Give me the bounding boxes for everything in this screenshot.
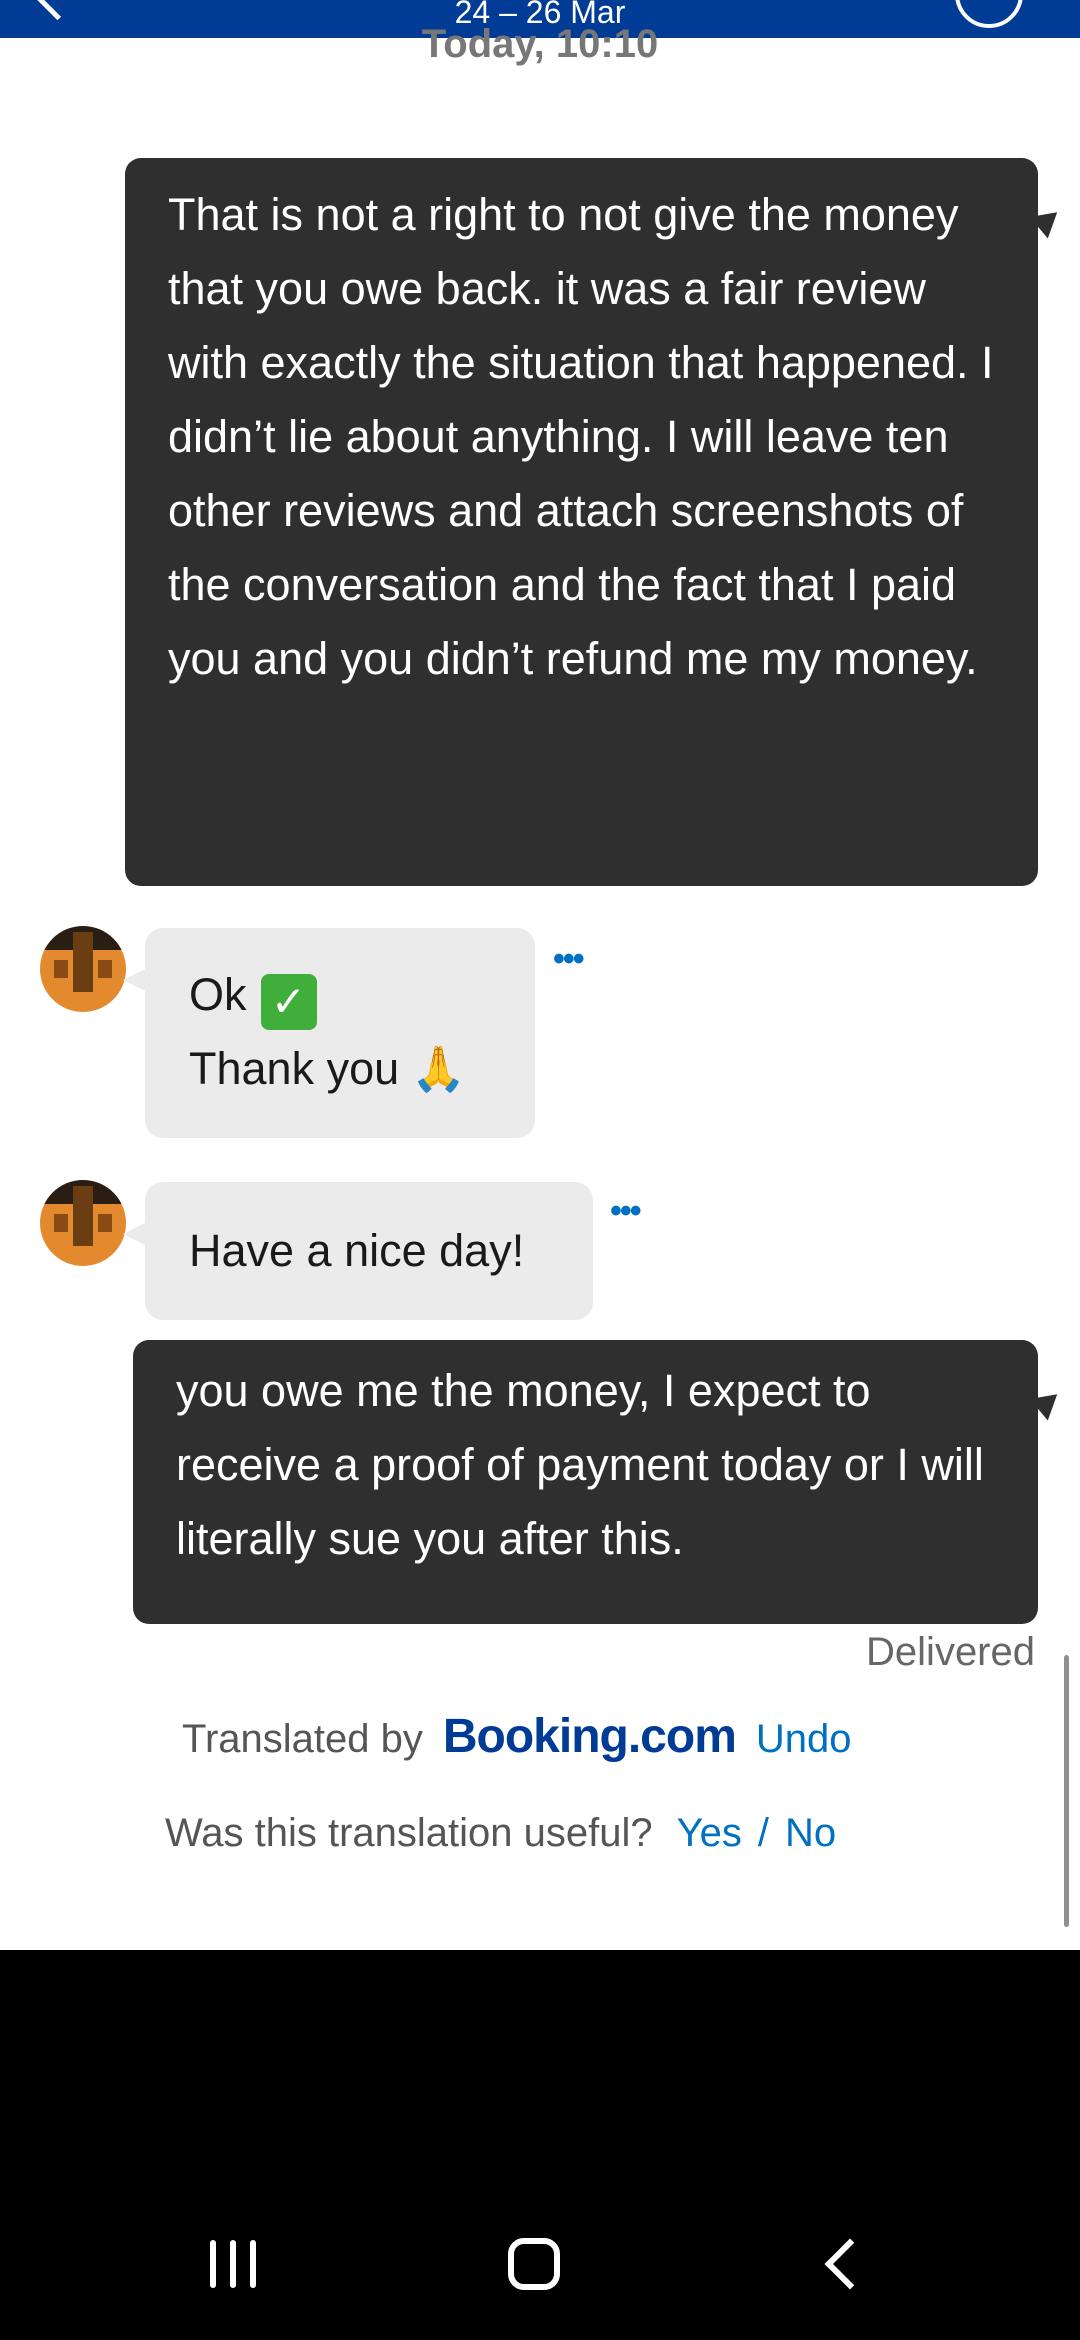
message-line: Ok ✓ <box>189 958 535 1032</box>
message-outgoing-2: you owe me the money, I expect to receiv… <box>133 1340 1038 1624</box>
message-options-icon[interactable]: ••• <box>610 1192 642 1231</box>
recent-apps-icon[interactable] <box>210 2240 256 2288</box>
host-avatar[interactable] <box>40 1180 126 1266</box>
translation-credit: Translated by Booking.com Undo <box>182 1710 852 1766</box>
message-outgoing-1: That is not a right to not give the mone… <box>125 158 1038 886</box>
feedback-no-link[interactable]: No <box>785 1811 836 1855</box>
translation-feedback: Was this translation useful? Yes / No <box>165 1806 836 1860</box>
scrollbar[interactable] <box>1064 1655 1069 1927</box>
message-text: That is not a right to not give the mone… <box>168 189 994 684</box>
undo-translation-link[interactable]: Undo <box>756 1717 852 1761</box>
check-mark-icon: ✓ <box>260 974 317 1030</box>
feedback-separator: / <box>757 1811 770 1855</box>
message-text: Have a nice day! <box>189 1225 525 1276</box>
message-text: Ok <box>189 969 247 1020</box>
message-text: you owe me the money, I expect to receiv… <box>176 1365 984 1564</box>
feedback-yes-link[interactable]: Yes <box>677 1811 742 1855</box>
booking-logo: Booking.com <box>442 1710 737 1763</box>
message-text: Thank you <box>189 1043 400 1094</box>
host-avatar[interactable] <box>40 926 126 1012</box>
home-icon[interactable] <box>508 2238 560 2290</box>
message-line: Thank you 🙏 <box>189 1032 535 1107</box>
translated-by-label: Translated by <box>182 1717 423 1761</box>
folded-hands-icon: 🙏 <box>411 1045 466 1094</box>
feedback-question: Was this translation useful? <box>165 1811 653 1855</box>
message-incoming-1: Ok ✓ Thank you 🙏 <box>123 928 535 1138</box>
message-incoming-2: Have a nice day! <box>123 1182 593 1320</box>
conversation-timestamp: Today, 10:10 <box>421 22 659 66</box>
message-options-icon[interactable]: ••• <box>553 940 585 979</box>
delivery-status: Delivered <box>866 1630 1035 1674</box>
